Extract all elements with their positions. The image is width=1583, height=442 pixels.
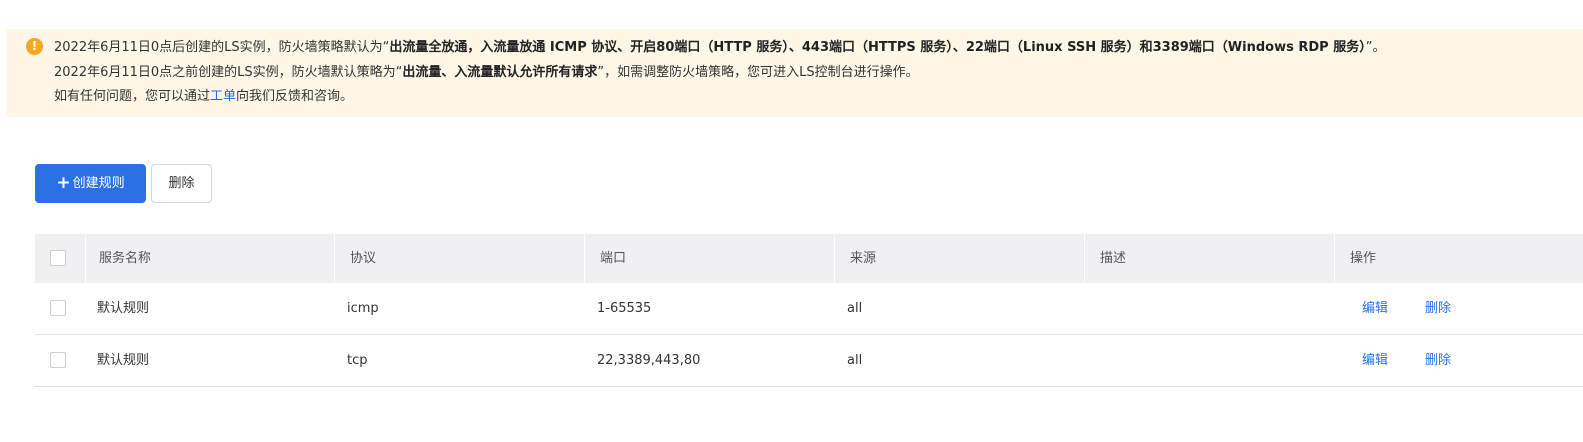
delete-rule-link[interactable]: 删除 — [1425, 283, 1451, 335]
column-header-port: 端口 — [600, 251, 627, 266]
notice-line-3-suffix: 向我们反馈和咨询。 — [236, 89, 354, 104]
table-row: 默认规则 icmp 1-65535 all 编辑 删除 — [35, 283, 1583, 335]
column-header-service-name: 服务名称 — [99, 251, 152, 266]
column-header-description: 描述 — [1100, 251, 1127, 266]
notice-line-1-suffix: ”。 — [1365, 40, 1386, 55]
column-header-actions: 操作 — [1350, 251, 1377, 266]
select-all-checkbox[interactable] — [50, 250, 66, 266]
cell-service-name: 默认规则 — [97, 301, 150, 316]
warning-icon: ! — [26, 38, 43, 55]
create-rule-label: 创建规则 — [72, 176, 125, 191]
table-header: 服务名称 协议 端口 来源 描述 操作 — [35, 234, 1583, 283]
cell-source: all — [847, 301, 863, 316]
column-divider — [85, 234, 86, 283]
column-header-source: 来源 — [850, 251, 877, 266]
notice-line-1-bold: 出流量全放通，入流量放通 ICMP 协议、开启80端口（HTTP 服务）、443… — [389, 40, 1366, 55]
column-divider — [1084, 234, 1085, 283]
notice-line-2-suffix: ”，如需调整防火墙策略，您可进入LS控制台进行操作。 — [597, 65, 919, 80]
firewall-notice-banner: ! 2022年6月11日0点后创建的LS实例，防火墙策略默认为“出流量全放通，入… — [6, 29, 1583, 117]
notice-line-1-prefix: 2022年6月11日0点后创建的LS实例，防火墙策略默认为“ — [54, 40, 390, 55]
notice-line-2: 2022年6月11日0点之前创建的LS实例，防火墙默认策略为“出流量、入流量默认… — [54, 63, 919, 83]
firewall-rules-table: 服务名称 协议 端口 来源 描述 操作 默认规则 icmp 1-65535 al… — [35, 234, 1583, 387]
column-header-protocol: 协议 — [350, 251, 377, 266]
notice-line-3-prefix: 如有任何问题，您可以通过 — [54, 89, 211, 104]
cell-protocol: icmp — [347, 301, 379, 316]
cell-port: 1-65535 — [597, 301, 652, 316]
column-divider — [334, 234, 335, 283]
cell-port: 22,3389,443,80 — [597, 353, 701, 368]
cell-service-name: 默认规则 — [97, 353, 150, 368]
edit-rule-link[interactable]: 编辑 — [1362, 335, 1388, 387]
table-row: 默认规则 tcp 22,3389,443,80 all 编辑 删除 — [35, 335, 1583, 387]
notice-line-3: 如有任何问题，您可以通过工单向我们反馈和咨询。 — [54, 87, 353, 107]
notice-line-2-bold: 出流量、入流量默认允许所有请求 — [402, 65, 598, 80]
delete-button[interactable]: 删除 — [151, 164, 212, 203]
delete-rule-link[interactable]: 删除 — [1425, 335, 1451, 387]
row-checkbox[interactable] — [50, 300, 66, 316]
edit-rule-link[interactable]: 编辑 — [1362, 283, 1388, 335]
create-rule-button[interactable]: + 创建规则 — [35, 164, 146, 203]
column-divider — [834, 234, 835, 283]
notice-line-2-prefix: 2022年6月11日0点之前创建的LS实例，防火墙默认策略为“ — [54, 65, 403, 80]
delete-label: 删除 — [168, 176, 195, 191]
column-divider — [1334, 234, 1335, 283]
cell-protocol: tcp — [347, 353, 368, 368]
column-divider — [584, 234, 585, 283]
cell-source: all — [847, 353, 863, 368]
notice-line-1: 2022年6月11日0点后创建的LS实例，防火墙策略默认为“出流量全放通，入流量… — [54, 38, 1385, 58]
plus-icon: + — [56, 173, 71, 193]
ticket-link[interactable]: 工单 — [210, 89, 236, 104]
row-checkbox[interactable] — [50, 352, 66, 368]
